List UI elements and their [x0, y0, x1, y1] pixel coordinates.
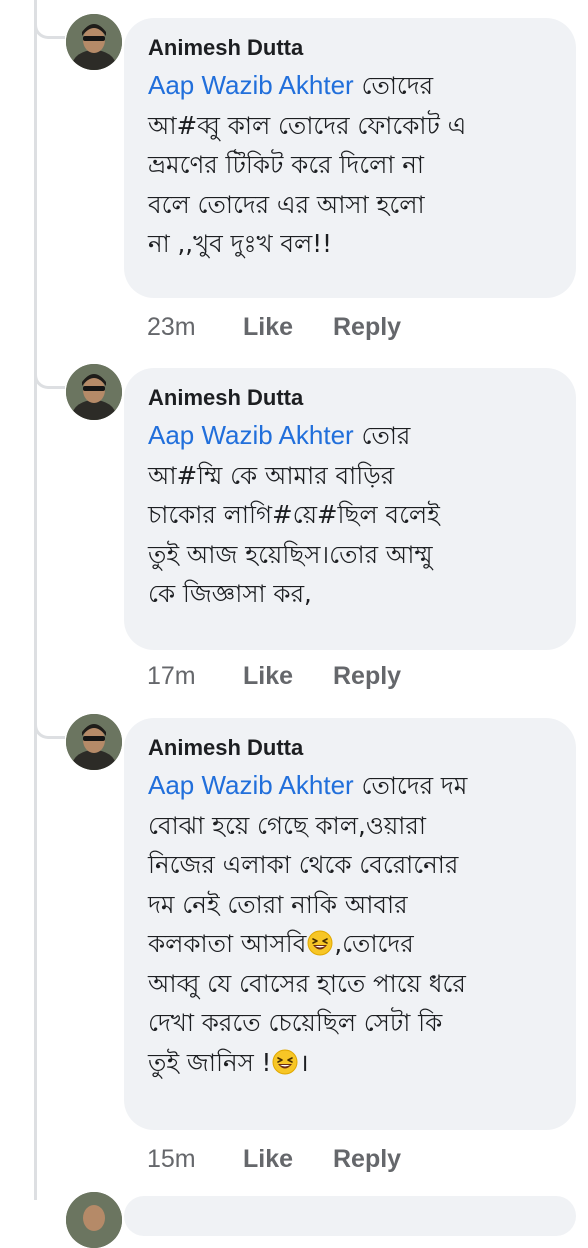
like-button[interactable]: Like	[243, 662, 333, 691]
profile-photo-icon	[66, 1192, 122, 1248]
comment-text-line: কে জিজ্ঞাসা কর,	[148, 579, 312, 608]
comment-text-line: দেখা করতে চেয়েছিল সেটা কি	[148, 1008, 443, 1037]
comment-text-line: না ,,খুব দুঃখ বল!!	[148, 229, 332, 258]
comment-bubble: Animesh Dutta Aap Wazib Akhter তোর আ#ম্ম…	[124, 368, 576, 650]
like-button[interactable]: Like	[243, 1145, 333, 1174]
laughing-emoji-icon	[307, 930, 333, 956]
comment-text-line: ,তোদের	[334, 929, 414, 958]
laughing-emoji-icon	[272, 1049, 298, 1074]
comment-text-line: তোর	[361, 421, 411, 450]
comment-text-line: ভ্রমণের টিকিট করে দিলো না	[148, 150, 425, 179]
comment-text-line: তুই আজ হয়েছিস।তোর আম্মু	[148, 539, 433, 569]
mention-link[interactable]: Aap Wazib Akhter	[148, 420, 354, 450]
comment-text-line: কলকাতা আসবি	[148, 929, 307, 958]
mention-link[interactable]: Aap Wazib Akhter	[148, 770, 354, 800]
avatar[interactable]	[66, 14, 122, 70]
profile-photo-icon	[66, 14, 122, 70]
avatar[interactable]	[66, 1192, 122, 1248]
comment-author[interactable]: Animesh Dutta	[148, 733, 554, 763]
comment-bubble: Animesh Dutta Aap Wazib Akhter তোদের দম …	[124, 718, 576, 1130]
comment-author[interactable]: Animesh Dutta	[148, 33, 554, 63]
comment-text: Aap Wazib Akhter তোদের আ#ব্বু কাল তোদের …	[148, 66, 554, 264]
comment-text-line: তোদের	[361, 71, 434, 100]
thread-line	[34, 0, 37, 1200]
reply-button[interactable]: Reply	[333, 1145, 401, 1174]
timestamp[interactable]: 15m	[147, 1145, 243, 1174]
like-button[interactable]: Like	[243, 313, 333, 342]
profile-photo-icon	[66, 714, 122, 770]
comment-text-line: বলে তোদের এর আসা হলো	[148, 189, 425, 219]
reply-button[interactable]: Reply	[333, 662, 401, 691]
timestamp[interactable]: 17m	[147, 662, 243, 691]
comment-actions: 17m Like Reply	[147, 662, 401, 691]
comment-text-line: তোদের দম	[361, 771, 468, 800]
comment-text-line: চাকোর লাগি#য়ে#ছিল বলেই	[148, 500, 440, 529]
comment-text-line: আ#ম্মি কে আমার বাড়ির	[148, 460, 395, 490]
timestamp[interactable]: 23m	[147, 313, 243, 342]
comment-text-line: দম নেই তোরা নাকি আবার	[148, 889, 408, 919]
comment-actions: 15m Like Reply	[147, 1145, 401, 1174]
thread-branch	[34, 372, 65, 389]
comment-text-line: আব্বু যে বোসের হাতে পায়ে ধরে	[148, 968, 466, 998]
comment-author[interactable]: Animesh Dutta	[148, 383, 554, 413]
comment-text-line: আ#ব্বু কাল তোদের ফোকোট এ	[148, 110, 467, 140]
comment-text: Aap Wazib Akhter তোদের দম বোঝা হয়ে গেছে…	[148, 766, 554, 1082]
comment-bubble	[124, 1196, 576, 1236]
comment-text-line: নিজের এলাকা থেকে বেরোনোর	[148, 850, 459, 879]
avatar[interactable]	[66, 364, 122, 420]
comment-bubble: Animesh Dutta Aap Wazib Akhter তোদের আ#ব…	[124, 18, 576, 298]
thread-branch	[34, 722, 65, 739]
comment-text: Aap Wazib Akhter তোর আ#ম্মি কে আমার বাড়…	[148, 416, 554, 614]
comment-text-line: ।	[299, 1047, 309, 1077]
comment-actions: 23m Like Reply	[147, 313, 401, 342]
comment-text-line: বোঝা হয়ে গেছে কাল,ওয়ারা	[148, 810, 426, 840]
avatar[interactable]	[66, 714, 122, 770]
profile-photo-icon	[66, 364, 122, 420]
mention-link[interactable]: Aap Wazib Akhter	[148, 70, 354, 100]
thread-branch	[34, 22, 65, 39]
reply-button[interactable]: Reply	[333, 313, 401, 342]
comment-text-line: তুই জানিস !	[148, 1047, 272, 1077]
